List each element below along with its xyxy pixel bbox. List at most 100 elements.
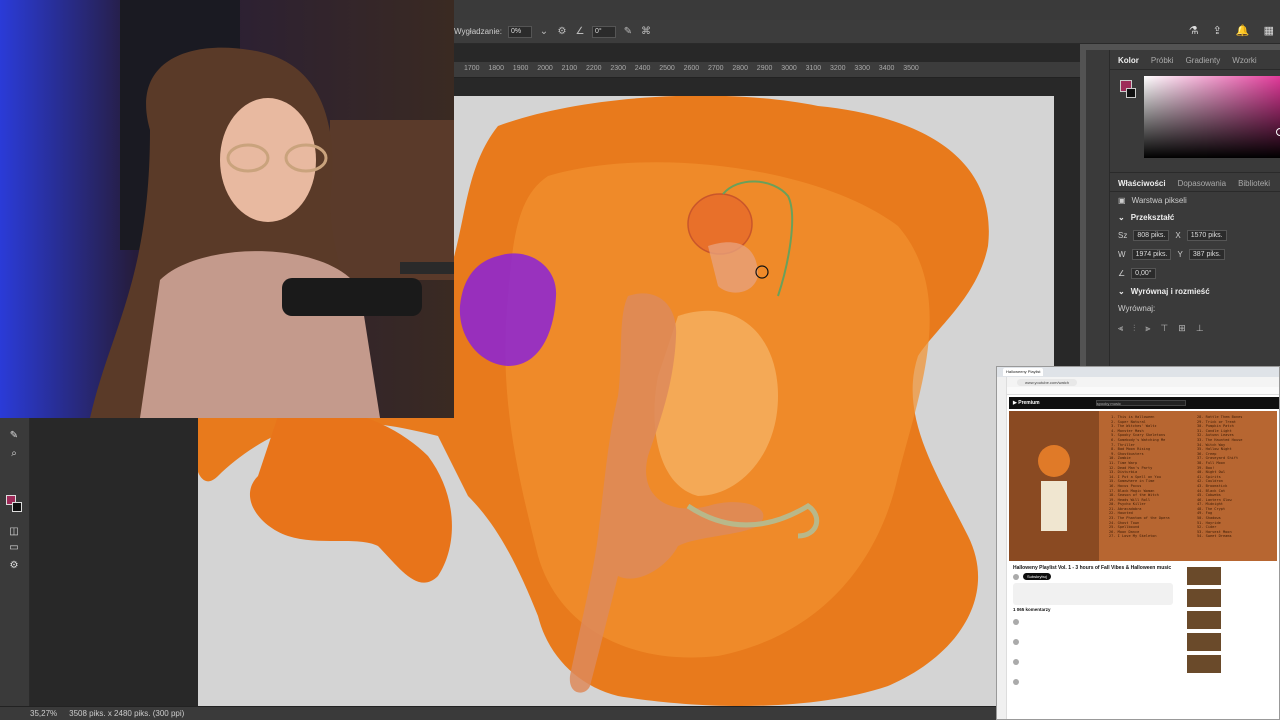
share-icon[interactable]: ⇪ [1213,24,1222,37]
subscribe-button[interactable]: Subskrybuj [1023,573,1051,580]
tools-panel: ✎ ⌕ ◫ ▭ ⚙ [0,418,30,708]
recommended-video[interactable] [1187,633,1277,651]
rec-thumbnail [1187,611,1221,629]
learn-icon[interactable]: ⚗ [1189,24,1199,37]
layer-type: Warstwa pikseli [1131,196,1187,205]
ruler-tick: 2900 [756,65,773,72]
video-player[interactable]: 1. This is Halloween 2. Super Natural 3.… [1009,411,1277,561]
avatar [1013,659,1019,665]
video-thumbnail [1009,411,1099,561]
align-right-icon[interactable]: ⫸ [1145,323,1150,334]
angle-input[interactable]: 0,00° [1131,268,1156,279]
align-heading[interactable]: ⌄ Wyrównaj i rozmieść [1110,283,1280,300]
background-color-swatch[interactable] [12,502,22,512]
ruler-tick: 2300 [610,65,626,72]
align-center-icon[interactable]: ⫶ [1133,323,1135,334]
gear-icon[interactable]: ⚙ [556,26,568,38]
recommended-video[interactable] [1187,611,1277,629]
ruler-tick: 1800 [488,65,504,72]
tab-gradients[interactable]: Gradienty [1186,56,1221,65]
notification-icon[interactable]: 🔔 [1236,24,1250,37]
chevron-down-icon: ⌄ [1118,287,1125,296]
align-top-icon[interactable]: ⊤ [1160,323,1168,334]
align-left-icon[interactable]: ⫷ [1118,323,1123,334]
url-field[interactable]: www.youtube.com/watch [1017,378,1078,386]
x-input[interactable]: 1570 piks. [1186,230,1227,241]
ruler-tick: 1900 [512,65,529,72]
recommended-video[interactable] [1187,589,1277,607]
browser-sidebar [997,377,1007,719]
angle-icon: ∠ [575,25,585,37]
smoothing-input[interactable]: 0% [507,25,532,38]
y-input[interactable]: 387 piks. [1188,249,1225,260]
horizontal-ruler: 1700 1800 1900 2000 2100 2200 2300 2400 2500 2600… [454,62,1080,78]
orange-blob-left [249,409,452,583]
color-picker-cursor[interactable] [1276,128,1280,136]
mic-arm [400,262,454,274]
tab-swatches[interactable]: Próbki [1151,56,1174,65]
align-label: Wyrównaj: [1118,304,1156,313]
transform-title: Przekształć [1130,213,1175,222]
webcam-overlay [0,0,454,418]
browser-tab[interactable]: Halloweeny Playlist [1003,368,1044,376]
right-panel: Kolor Próbki Gradienty Wzorki Właściwośc… [1110,50,1280,370]
avatar[interactable] [1013,573,1019,580]
chevron-down-icon[interactable]: ⌄ [538,26,550,38]
properties-tabs: Właściwości Dopasowania Biblioteki [1110,172,1280,192]
status-bar: 35,27% 3508 piks. x 2480 piks. (300 ppi) [0,706,1080,720]
bookmarks-bar [997,387,1279,395]
color-field[interactable] [1144,76,1280,158]
tab-libraries[interactable]: Biblioteki [1238,179,1270,188]
comment-item [1013,659,1173,675]
edit-toolbar-icon[interactable]: ⚙ [6,560,22,574]
ruler-tick: 2000 [537,65,553,72]
quick-mask-icon[interactable]: ◫ [6,526,22,540]
avatar [1013,639,1019,645]
comments-count: 1 065 komentarzy [1013,607,1051,612]
picker-background[interactable] [1126,88,1136,98]
tab-adjustments[interactable]: Dopasowania [1178,179,1226,188]
ruler-tick: 3000 [781,65,797,72]
ruler-tick: 3200 [830,65,846,72]
brush-tool-icon[interactable]: ✎ [6,430,22,444]
tab-color[interactable]: Kolor [1118,56,1139,65]
height-label: W [1118,250,1126,259]
tracklist-col-2: 28. Rattle Them Bones 29. Trick or Treat… [1197,415,1243,539]
color-panel-tabs: Kolor Próbki Gradienty Wzorki [1110,50,1280,70]
align-bottom-icon[interactable]: ⊥ [1196,323,1204,334]
ruler-tick: 2200 [586,65,602,72]
ruler-tick: 1700 [464,65,480,72]
zoom-tool-icon[interactable]: ⌕ [6,448,22,462]
tab-patterns[interactable]: Wzorki [1232,56,1256,65]
youtube-logo[interactable]: ▶ Premium [1013,400,1040,406]
tab-properties[interactable]: Właściwości [1118,179,1166,188]
pressure-icon[interactable]: ✎ [622,26,634,38]
transform-heading[interactable]: ⌄ Przekształć [1110,209,1280,226]
video-description[interactable] [1013,583,1173,605]
symmetry-icon[interactable]: ⌘ [640,26,652,38]
align-middle-icon[interactable]: ⊞ [1178,323,1186,334]
zoom-level[interactable]: 35,27% [30,709,57,718]
shirt [140,251,380,418]
youtube-search-input[interactable]: spooky music [1095,400,1186,406]
ruler-tick: 2600 [683,65,700,72]
y-label: Y [1177,250,1183,259]
angle-input[interactable]: 0° [591,25,616,38]
youtube-header: ▶ Premium spooky music [1009,397,1279,409]
align-title: Wyrównaj i rozmieść [1130,287,1210,296]
properties-panel: Właściwości Dopasowania Biblioteki ▣ War… [1110,172,1280,340]
rec-thumbnail [1187,655,1221,673]
ruler-tick: 3400 [878,65,895,72]
recommended-video[interactable] [1187,567,1277,585]
width-input[interactable]: 808 piks. [1133,230,1170,241]
layer-icon: ▣ [1118,196,1126,205]
screen-mode-icon[interactable]: ▭ [6,542,22,556]
angle-row: ∠ 0,00° [1110,264,1280,283]
height-input[interactable]: 1974 piks. [1131,249,1172,260]
workspace-icon[interactable]: ▦ [1264,24,1274,37]
browser-tabs: Halloweeny Playlist [997,367,1279,377]
rec-thumbnail [1187,567,1221,585]
x-label: X [1175,231,1181,240]
recommended-video[interactable] [1187,655,1277,673]
rec-thumbnail [1187,589,1221,607]
